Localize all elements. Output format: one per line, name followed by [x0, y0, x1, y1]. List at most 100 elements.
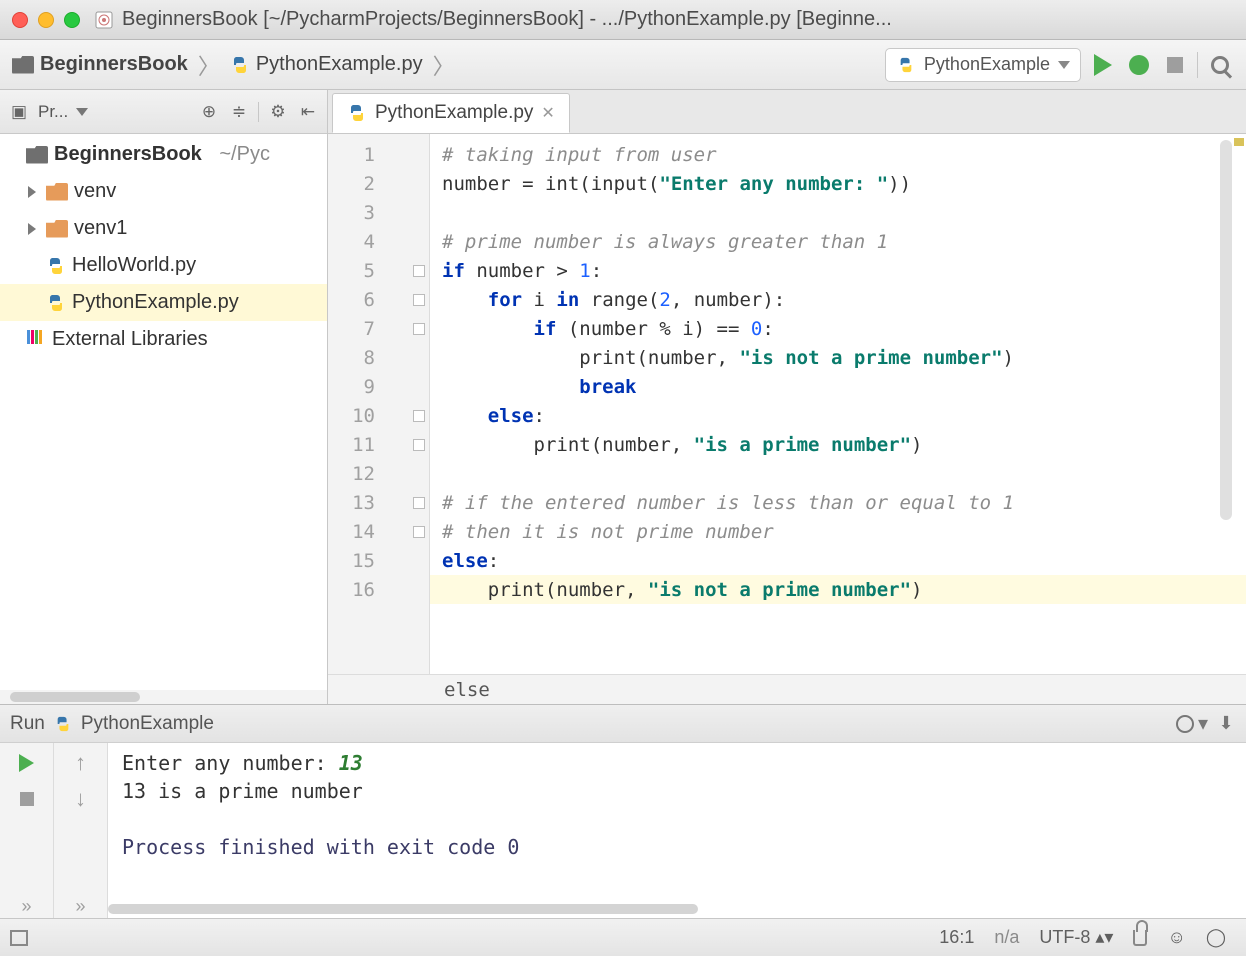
vertical-scrollbar[interactable]: [1220, 140, 1232, 520]
horizontal-scrollbar[interactable]: [0, 690, 327, 704]
window-title: BeginnersBook [~/PycharmProjects/Beginne…: [122, 8, 892, 31]
navigation-bar: BeginnersBook 〉 PythonExample.py 〉 Pytho…: [0, 40, 1246, 90]
code-line[interactable]: # if the entered number is less than or …: [442, 488, 1240, 517]
code-line[interactable]: if (number % i) == 0:: [442, 314, 1240, 343]
download-icon[interactable]: [1216, 714, 1236, 734]
tree-root[interactable]: BeginnersBook ~/Pyc: [0, 136, 327, 173]
external-libraries-label: External Libraries: [52, 328, 208, 351]
project-header: ▣ Pr... ⊕ ≑ ⚙ ⇤: [0, 90, 327, 134]
tool-windows-button[interactable]: [10, 930, 28, 946]
code-line[interactable]: # prime number is always greater than 1: [442, 227, 1240, 256]
status-bar: 16:1 n/a UTF-8 ▴▾ ☺ ◯: [0, 918, 1246, 956]
tree-item-label: PythonExample.py: [72, 291, 239, 314]
expand-arrow-icon[interactable]: [28, 186, 36, 198]
code-line[interactable]: else:: [442, 546, 1240, 575]
stop-button[interactable]: [15, 787, 39, 811]
run-toolbar-left: »: [0, 743, 54, 918]
code-line[interactable]: number = int(input("Enter any number: ")…: [442, 169, 1240, 198]
folder-icon: [46, 183, 68, 201]
folder-icon: [46, 220, 68, 238]
python-file-icon: [896, 55, 916, 75]
collapse-all-button[interactable]: ≑: [228, 101, 250, 123]
code-line[interactable]: for i in range(2, number):: [442, 285, 1240, 314]
gear-icon[interactable]: [1176, 715, 1194, 733]
code-line[interactable]: # taking input from user: [442, 140, 1240, 169]
code-line[interactable]: print(number, "is a prime number"): [442, 430, 1240, 459]
up-stack-button[interactable]: ↑: [69, 751, 93, 775]
project-tool-window: ▣ Pr... ⊕ ≑ ⚙ ⇤ BeginnersBook ~/Pyc venv…: [0, 90, 328, 704]
python-file-icon: [230, 55, 250, 75]
line-separator[interactable]: n/a: [984, 927, 1029, 948]
scroll-from-source-button[interactable]: ⊕: [198, 101, 220, 123]
run-config-label[interactable]: PythonExample: [81, 713, 214, 735]
tree-item[interactable]: HelloWorld.py: [0, 247, 327, 284]
file-encoding[interactable]: UTF-8 ▴▾: [1029, 927, 1123, 948]
console-line: Enter any number: 13: [122, 751, 1232, 779]
console-line: 13 is a prime number: [122, 779, 1232, 807]
code-line[interactable]: break: [442, 372, 1240, 401]
tree-item-label: venv: [74, 180, 116, 203]
code-line[interactable]: [442, 198, 1240, 227]
console-line: Process finished with exit code 0: [122, 835, 1232, 863]
expand-button[interactable]: »: [15, 894, 39, 918]
folder-icon: [26, 146, 48, 164]
bug-icon: [1129, 55, 1149, 75]
notifications-button[interactable]: ◯: [1196, 927, 1236, 948]
editor-area: PythonExample.py ✕ 123456789101112131415…: [328, 90, 1246, 704]
code-line[interactable]: if number > 1:: [442, 256, 1240, 285]
chevron-down-icon: [1058, 61, 1070, 69]
code-area[interactable]: # taking input from usernumber = int(inp…: [430, 134, 1246, 674]
settings-button[interactable]: ⚙: [267, 101, 289, 123]
horizontal-scrollbar[interactable]: [108, 904, 1234, 916]
project-view-icon[interactable]: ▣: [8, 101, 30, 123]
gutter[interactable]: 12345678910111213141516: [328, 134, 430, 674]
console-line: [122, 807, 1232, 835]
inspections-widget[interactable]: ☺: [1157, 927, 1195, 948]
tree-item[interactable]: PythonExample.py: [0, 284, 327, 321]
breadcrumb[interactable]: BeginnersBook 〉 PythonExample.py 〉: [12, 49, 459, 81]
code-line[interactable]: [442, 459, 1240, 488]
editor-tab[interactable]: PythonExample.py ✕: [332, 93, 570, 133]
console-output[interactable]: Enter any number: 1313 is a prime number…: [108, 743, 1246, 918]
rerun-button[interactable]: [15, 751, 39, 775]
project-header-label[interactable]: Pr...: [38, 102, 68, 122]
run-header: Run PythonExample ▾: [0, 705, 1246, 743]
project-tree[interactable]: BeginnersBook ~/Pyc venv venv1HelloWorld.…: [0, 134, 327, 690]
run-tool-window: Run PythonExample ▾ » ↑ ↓ » Enter any nu…: [0, 704, 1246, 918]
code-line[interactable]: # then it is not prime number: [442, 517, 1240, 546]
maximize-window-button[interactable]: [64, 12, 80, 28]
window-controls: [12, 12, 80, 28]
breadcrumb-root[interactable]: BeginnersBook: [40, 53, 188, 76]
editor-breadcrumb-item[interactable]: else: [444, 679, 490, 701]
warning-marker[interactable]: [1234, 138, 1244, 146]
breadcrumb-file[interactable]: PythonExample.py: [256, 53, 423, 76]
caret-position[interactable]: 16:1: [929, 927, 984, 948]
debug-button[interactable]: [1125, 51, 1153, 79]
settings-chevron[interactable]: ▾: [1198, 711, 1208, 736]
expand-arrow-icon[interactable]: [28, 223, 36, 235]
titlebar: BeginnersBook [~/PycharmProjects/Beginne…: [0, 0, 1246, 40]
play-icon: [19, 754, 34, 772]
run-button[interactable]: [1089, 51, 1117, 79]
tree-item[interactable]: venv: [0, 173, 327, 210]
breadcrumb-separator: 〉: [194, 49, 224, 81]
expand-button[interactable]: »: [69, 894, 93, 918]
stop-icon: [1167, 57, 1183, 73]
hide-button[interactable]: ⇤: [297, 101, 319, 123]
down-stack-button[interactable]: ↓: [69, 787, 93, 811]
run-title[interactable]: Run: [10, 713, 45, 735]
readonly-toggle[interactable]: [1123, 927, 1157, 948]
search-everywhere-button[interactable]: [1206, 51, 1234, 79]
code-line[interactable]: print(number, "is not a prime number"): [442, 343, 1240, 372]
stop-button[interactable]: [1161, 51, 1189, 79]
editor-breadcrumb[interactable]: else: [328, 674, 1246, 704]
external-libraries[interactable]: External Libraries: [0, 321, 327, 358]
run-configuration-selector[interactable]: PythonExample: [885, 48, 1081, 82]
python-file-icon: [46, 256, 66, 276]
code-line[interactable]: else:: [442, 401, 1240, 430]
tree-item[interactable]: venv1: [0, 210, 327, 247]
close-tab-button[interactable]: ✕: [541, 103, 554, 123]
close-window-button[interactable]: [12, 12, 28, 28]
minimize-window-button[interactable]: [38, 12, 54, 28]
code-editor[interactable]: 12345678910111213141516 # taking input f…: [328, 134, 1246, 674]
